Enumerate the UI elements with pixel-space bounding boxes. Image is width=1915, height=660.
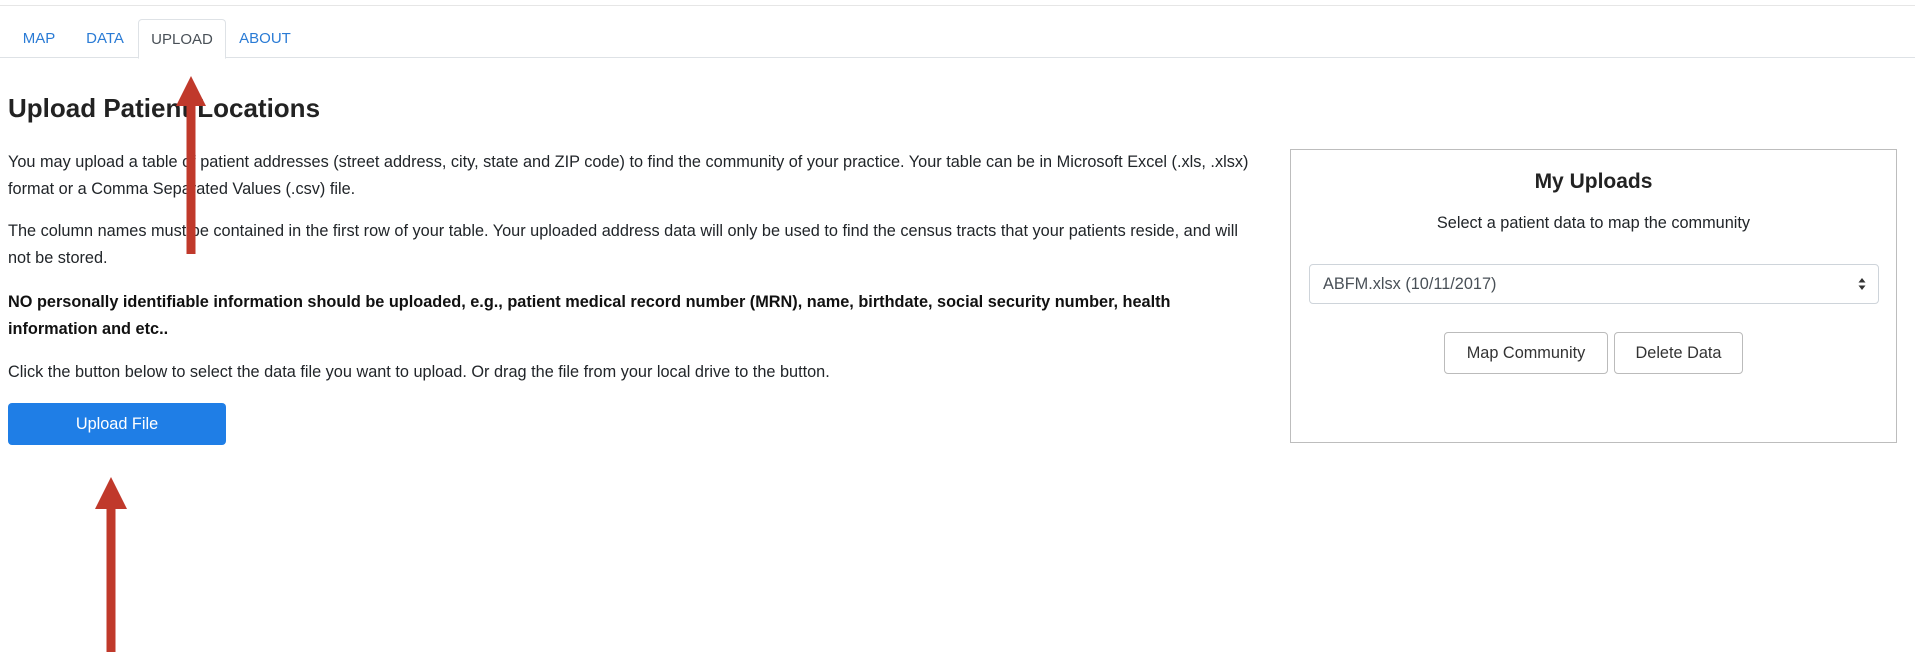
pii-warning: NO personally identifiable information s…	[8, 293, 1171, 338]
up-arrow-icon	[176, 76, 206, 254]
uploaded-file-select[interactable]: ABFM.xlsx (10/11/2017)	[1309, 264, 1879, 304]
my-uploads-subtitle: Select a patient data to map the communi…	[1436, 214, 1751, 232]
instructions-paragraph: Click the button below to select the dat…	[8, 363, 830, 381]
tab-bar: MAP DATA UPLOAD ABOUT	[0, 19, 1915, 59]
selected-file-value: ABFM.xlsx (10/11/2017)	[1323, 275, 1497, 293]
tab-data[interactable]: DATA	[73, 19, 137, 58]
tab-about[interactable]: ABOUT	[229, 19, 301, 58]
page-title: Upload Patient Locations	[8, 93, 321, 123]
upload-file-button[interactable]: Upload File	[8, 403, 226, 445]
my-uploads-panel: My Uploads Select a patient data to map …	[1290, 149, 1897, 443]
top-divider	[0, 5, 1915, 6]
my-uploads-title: My Uploads	[1534, 170, 1653, 193]
delete-data-button[interactable]: Delete Data	[1614, 332, 1743, 374]
tab-map[interactable]: MAP	[9, 19, 69, 58]
up-arrow-icon	[95, 477, 127, 652]
tab-upload[interactable]: UPLOAD	[138, 19, 226, 59]
sort-caret-icon	[1858, 278, 1866, 290]
map-community-button[interactable]: Map Community	[1444, 332, 1608, 374]
